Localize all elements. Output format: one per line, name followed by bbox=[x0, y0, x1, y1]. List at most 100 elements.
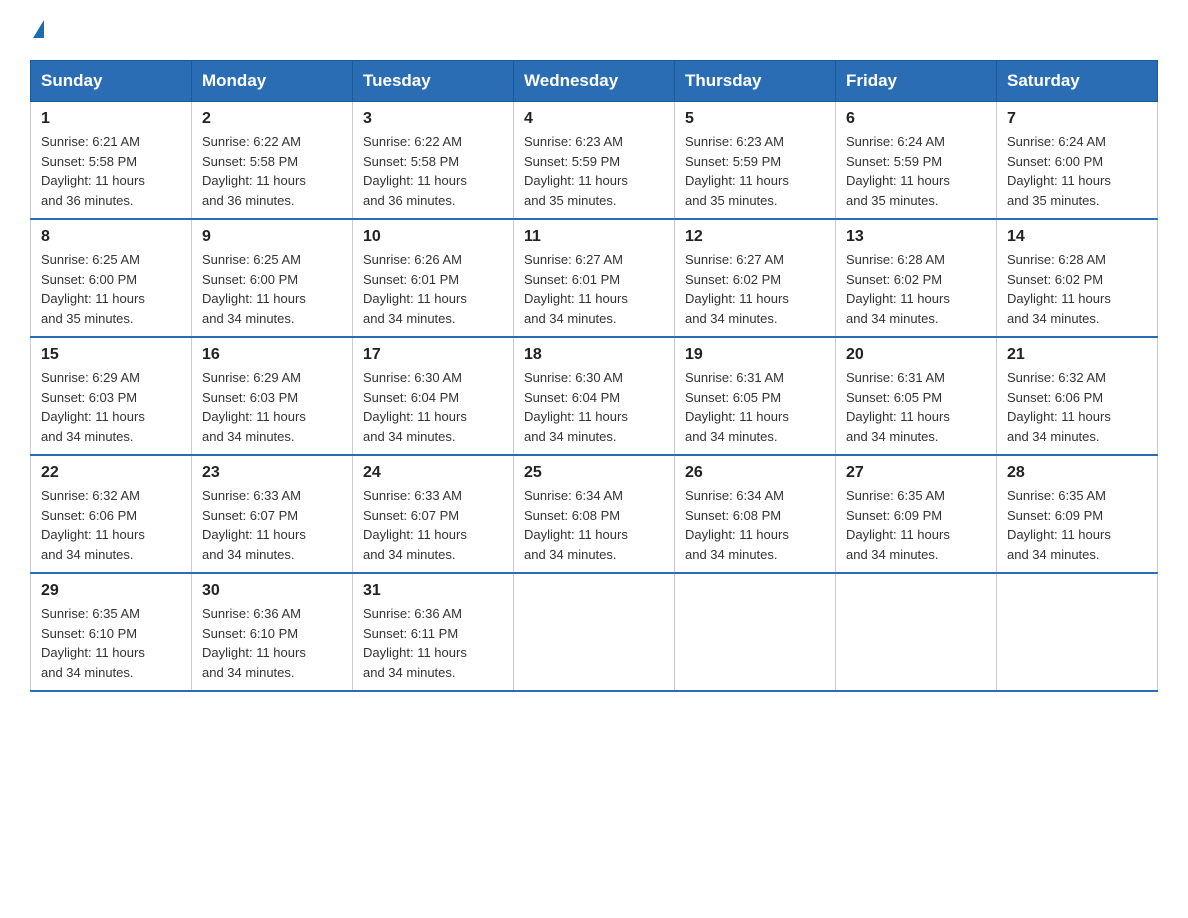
day-info: Sunrise: 6:28 AM Sunset: 6:02 PM Dayligh… bbox=[1007, 250, 1147, 328]
day-info: Sunrise: 6:32 AM Sunset: 6:06 PM Dayligh… bbox=[1007, 368, 1147, 446]
day-number: 21 bbox=[1007, 346, 1147, 364]
day-number: 5 bbox=[685, 110, 825, 128]
day-number: 28 bbox=[1007, 464, 1147, 482]
day-number: 9 bbox=[202, 228, 342, 246]
day-number: 26 bbox=[685, 464, 825, 482]
calendar-cell bbox=[997, 573, 1158, 691]
header-saturday: Saturday bbox=[997, 61, 1158, 102]
day-number: 11 bbox=[524, 228, 664, 246]
calendar-week-row: 1 Sunrise: 6:21 AM Sunset: 5:58 PM Dayli… bbox=[31, 102, 1158, 220]
calendar-cell: 10 Sunrise: 6:26 AM Sunset: 6:01 PM Dayl… bbox=[353, 219, 514, 337]
day-number: 7 bbox=[1007, 110, 1147, 128]
day-info: Sunrise: 6:29 AM Sunset: 6:03 PM Dayligh… bbox=[41, 368, 181, 446]
day-number: 13 bbox=[846, 228, 986, 246]
day-info: Sunrise: 6:30 AM Sunset: 6:04 PM Dayligh… bbox=[524, 368, 664, 446]
day-number: 15 bbox=[41, 346, 181, 364]
page-header bbox=[30, 20, 1158, 40]
day-number: 27 bbox=[846, 464, 986, 482]
calendar-cell bbox=[514, 573, 675, 691]
header-tuesday: Tuesday bbox=[353, 61, 514, 102]
day-number: 16 bbox=[202, 346, 342, 364]
day-number: 24 bbox=[363, 464, 503, 482]
day-info: Sunrise: 6:31 AM Sunset: 6:05 PM Dayligh… bbox=[685, 368, 825, 446]
day-number: 17 bbox=[363, 346, 503, 364]
calendar-cell: 12 Sunrise: 6:27 AM Sunset: 6:02 PM Dayl… bbox=[675, 219, 836, 337]
day-info: Sunrise: 6:31 AM Sunset: 6:05 PM Dayligh… bbox=[846, 368, 986, 446]
calendar-table: SundayMondayTuesdayWednesdayThursdayFrid… bbox=[30, 60, 1158, 692]
day-info: Sunrise: 6:23 AM Sunset: 5:59 PM Dayligh… bbox=[685, 132, 825, 210]
calendar-cell: 31 Sunrise: 6:36 AM Sunset: 6:11 PM Dayl… bbox=[353, 573, 514, 691]
day-number: 29 bbox=[41, 582, 181, 600]
calendar-cell: 30 Sunrise: 6:36 AM Sunset: 6:10 PM Dayl… bbox=[192, 573, 353, 691]
day-info: Sunrise: 6:36 AM Sunset: 6:11 PM Dayligh… bbox=[363, 604, 503, 682]
calendar-week-row: 29 Sunrise: 6:35 AM Sunset: 6:10 PM Dayl… bbox=[31, 573, 1158, 691]
day-info: Sunrise: 6:36 AM Sunset: 6:10 PM Dayligh… bbox=[202, 604, 342, 682]
day-info: Sunrise: 6:30 AM Sunset: 6:04 PM Dayligh… bbox=[363, 368, 503, 446]
calendar-cell bbox=[836, 573, 997, 691]
day-number: 2 bbox=[202, 110, 342, 128]
day-info: Sunrise: 6:25 AM Sunset: 6:00 PM Dayligh… bbox=[41, 250, 181, 328]
day-number: 18 bbox=[524, 346, 664, 364]
calendar-cell: 11 Sunrise: 6:27 AM Sunset: 6:01 PM Dayl… bbox=[514, 219, 675, 337]
day-number: 23 bbox=[202, 464, 342, 482]
header-friday: Friday bbox=[836, 61, 997, 102]
calendar-cell: 24 Sunrise: 6:33 AM Sunset: 6:07 PM Dayl… bbox=[353, 455, 514, 573]
calendar-week-row: 15 Sunrise: 6:29 AM Sunset: 6:03 PM Dayl… bbox=[31, 337, 1158, 455]
day-number: 20 bbox=[846, 346, 986, 364]
day-info: Sunrise: 6:22 AM Sunset: 5:58 PM Dayligh… bbox=[363, 132, 503, 210]
day-info: Sunrise: 6:24 AM Sunset: 5:59 PM Dayligh… bbox=[846, 132, 986, 210]
calendar-cell: 27 Sunrise: 6:35 AM Sunset: 6:09 PM Dayl… bbox=[836, 455, 997, 573]
day-number: 30 bbox=[202, 582, 342, 600]
header-monday: Monday bbox=[192, 61, 353, 102]
day-info: Sunrise: 6:26 AM Sunset: 6:01 PM Dayligh… bbox=[363, 250, 503, 328]
calendar-cell: 18 Sunrise: 6:30 AM Sunset: 6:04 PM Dayl… bbox=[514, 337, 675, 455]
logo-triangle-icon bbox=[33, 20, 44, 38]
calendar-cell bbox=[675, 573, 836, 691]
header-sunday: Sunday bbox=[31, 61, 192, 102]
calendar-cell: 28 Sunrise: 6:35 AM Sunset: 6:09 PM Dayl… bbox=[997, 455, 1158, 573]
day-info: Sunrise: 6:33 AM Sunset: 6:07 PM Dayligh… bbox=[363, 486, 503, 564]
calendar-cell: 13 Sunrise: 6:28 AM Sunset: 6:02 PM Dayl… bbox=[836, 219, 997, 337]
calendar-cell: 25 Sunrise: 6:34 AM Sunset: 6:08 PM Dayl… bbox=[514, 455, 675, 573]
day-info: Sunrise: 6:35 AM Sunset: 6:10 PM Dayligh… bbox=[41, 604, 181, 682]
calendar-week-row: 22 Sunrise: 6:32 AM Sunset: 6:06 PM Dayl… bbox=[31, 455, 1158, 573]
calendar-cell: 21 Sunrise: 6:32 AM Sunset: 6:06 PM Dayl… bbox=[997, 337, 1158, 455]
calendar-cell: 17 Sunrise: 6:30 AM Sunset: 6:04 PM Dayl… bbox=[353, 337, 514, 455]
calendar-cell: 6 Sunrise: 6:24 AM Sunset: 5:59 PM Dayli… bbox=[836, 102, 997, 220]
logo bbox=[30, 20, 44, 40]
header-thursday: Thursday bbox=[675, 61, 836, 102]
day-number: 1 bbox=[41, 110, 181, 128]
calendar-cell: 16 Sunrise: 6:29 AM Sunset: 6:03 PM Dayl… bbox=[192, 337, 353, 455]
day-info: Sunrise: 6:21 AM Sunset: 5:58 PM Dayligh… bbox=[41, 132, 181, 210]
header-wednesday: Wednesday bbox=[514, 61, 675, 102]
day-info: Sunrise: 6:34 AM Sunset: 6:08 PM Dayligh… bbox=[524, 486, 664, 564]
calendar-cell: 7 Sunrise: 6:24 AM Sunset: 6:00 PM Dayli… bbox=[997, 102, 1158, 220]
calendar-cell: 15 Sunrise: 6:29 AM Sunset: 6:03 PM Dayl… bbox=[31, 337, 192, 455]
day-info: Sunrise: 6:22 AM Sunset: 5:58 PM Dayligh… bbox=[202, 132, 342, 210]
calendar-cell: 29 Sunrise: 6:35 AM Sunset: 6:10 PM Dayl… bbox=[31, 573, 192, 691]
day-info: Sunrise: 6:27 AM Sunset: 6:02 PM Dayligh… bbox=[685, 250, 825, 328]
calendar-cell: 1 Sunrise: 6:21 AM Sunset: 5:58 PM Dayli… bbox=[31, 102, 192, 220]
day-number: 14 bbox=[1007, 228, 1147, 246]
day-info: Sunrise: 6:27 AM Sunset: 6:01 PM Dayligh… bbox=[524, 250, 664, 328]
day-number: 3 bbox=[363, 110, 503, 128]
calendar-week-row: 8 Sunrise: 6:25 AM Sunset: 6:00 PM Dayli… bbox=[31, 219, 1158, 337]
day-info: Sunrise: 6:28 AM Sunset: 6:02 PM Dayligh… bbox=[846, 250, 986, 328]
calendar-cell: 5 Sunrise: 6:23 AM Sunset: 5:59 PM Dayli… bbox=[675, 102, 836, 220]
day-info: Sunrise: 6:24 AM Sunset: 6:00 PM Dayligh… bbox=[1007, 132, 1147, 210]
day-number: 8 bbox=[41, 228, 181, 246]
day-number: 6 bbox=[846, 110, 986, 128]
day-number: 25 bbox=[524, 464, 664, 482]
day-info: Sunrise: 6:34 AM Sunset: 6:08 PM Dayligh… bbox=[685, 486, 825, 564]
calendar-cell: 9 Sunrise: 6:25 AM Sunset: 6:00 PM Dayli… bbox=[192, 219, 353, 337]
calendar-cell: 23 Sunrise: 6:33 AM Sunset: 6:07 PM Dayl… bbox=[192, 455, 353, 573]
day-number: 4 bbox=[524, 110, 664, 128]
calendar-cell: 3 Sunrise: 6:22 AM Sunset: 5:58 PM Dayli… bbox=[353, 102, 514, 220]
day-info: Sunrise: 6:35 AM Sunset: 6:09 PM Dayligh… bbox=[1007, 486, 1147, 564]
calendar-cell: 4 Sunrise: 6:23 AM Sunset: 5:59 PM Dayli… bbox=[514, 102, 675, 220]
calendar-header-row: SundayMondayTuesdayWednesdayThursdayFrid… bbox=[31, 61, 1158, 102]
calendar-cell: 14 Sunrise: 6:28 AM Sunset: 6:02 PM Dayl… bbox=[997, 219, 1158, 337]
calendar-cell: 20 Sunrise: 6:31 AM Sunset: 6:05 PM Dayl… bbox=[836, 337, 997, 455]
calendar-cell: 22 Sunrise: 6:32 AM Sunset: 6:06 PM Dayl… bbox=[31, 455, 192, 573]
day-number: 22 bbox=[41, 464, 181, 482]
